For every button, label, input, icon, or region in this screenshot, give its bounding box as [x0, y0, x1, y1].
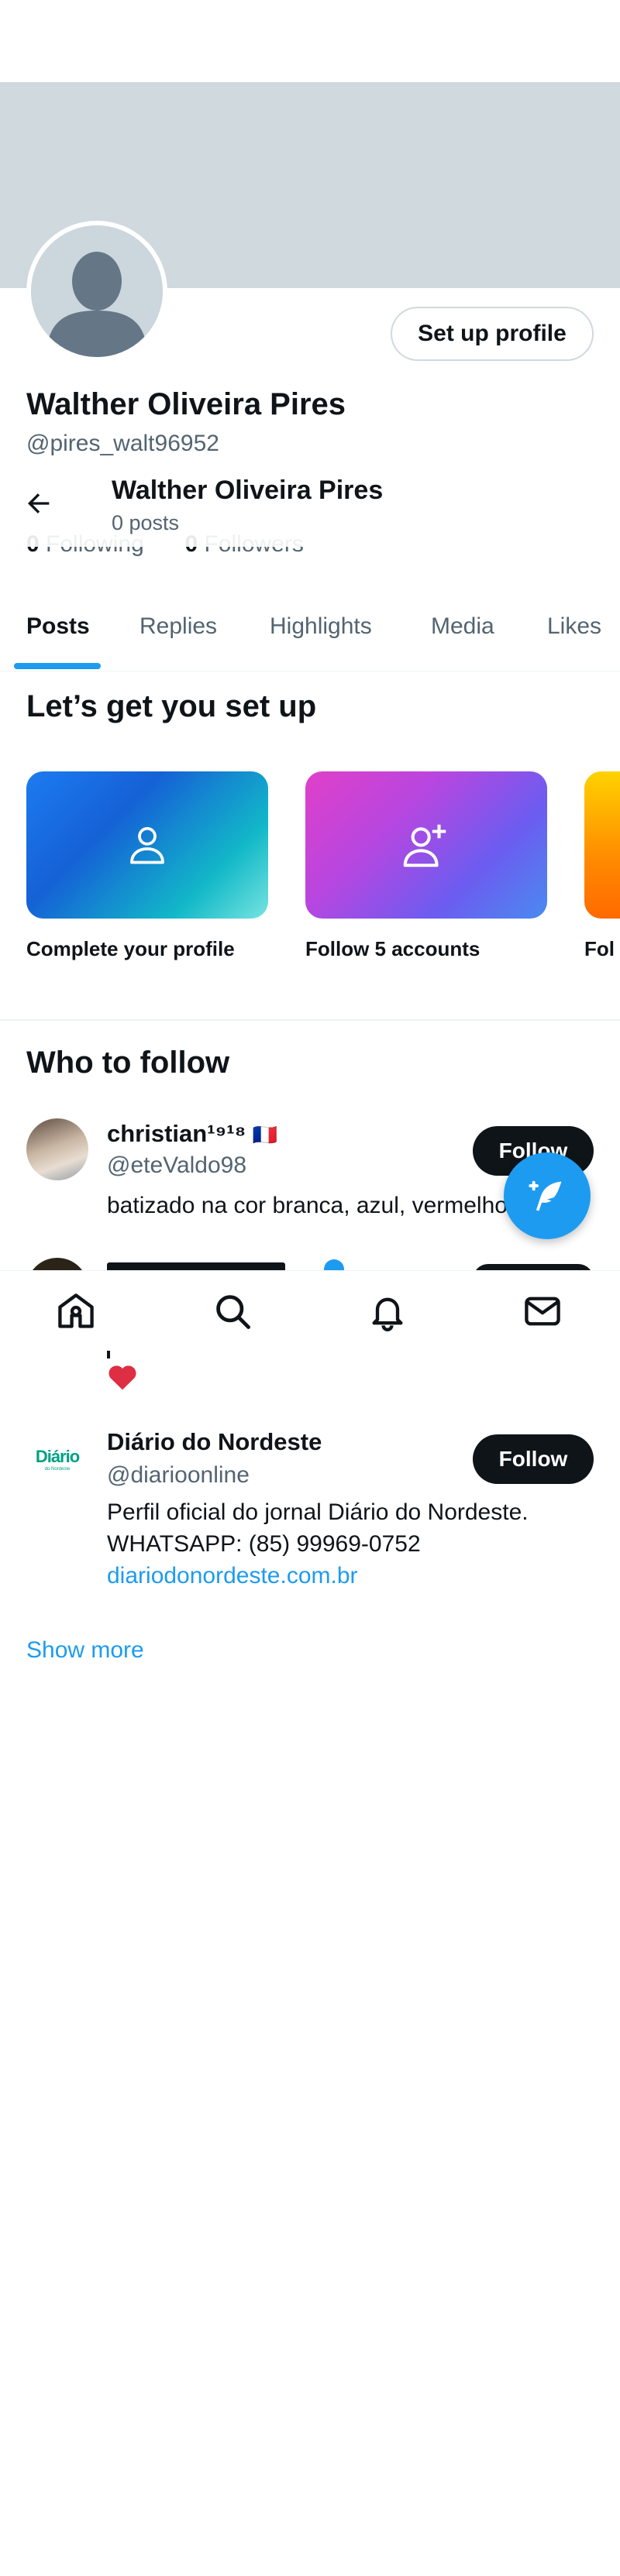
search-icon[interactable]	[212, 1291, 253, 1331]
user-bio: Perfil oficial do jornal Diário do Norde…	[107, 1496, 587, 1592]
tab-posts[interactable]: Posts	[26, 613, 90, 640]
next-setup-label: Fol	[584, 937, 615, 960]
sticky-header-name: Walther Oliveira Pires	[112, 476, 384, 505]
tab-highlights[interactable]: Highlights	[270, 613, 372, 640]
heart-icon	[108, 1365, 136, 1390]
notifications-icon[interactable]	[367, 1291, 408, 1331]
compose-feather-icon	[529, 1180, 562, 1211]
avatar[interactable]	[31, 225, 163, 357]
diario-logo-text: Diário	[35, 1447, 80, 1466]
person-icon	[130, 826, 164, 864]
bio-text-remnant	[107, 1351, 110, 1358]
profile-tabs: Posts Replies Highlights Media Likes	[0, 589, 620, 671]
set-up-profile-button[interactable]: Set up profile	[391, 307, 594, 361]
user-bio: batizado na cor branca, azul, vermelho	[107, 1193, 508, 1218]
flag-icon: 🇫🇷	[252, 1123, 278, 1146]
user-handle: @diarioonline	[107, 1462, 250, 1488]
bio-line: Perfil oficial do jornal Diário do Norde…	[107, 1499, 529, 1525]
default-avatar-icon	[31, 225, 163, 357]
next-setup-card[interactable]	[584, 771, 620, 919]
compose-post-button[interactable]	[504, 1152, 591, 1239]
user-name[interactable]: Diário do Nordeste	[107, 1428, 322, 1456]
bio-line: WHATSAPP: (85) 99969-0752	[107, 1531, 421, 1557]
profile-handle: @pires_walt96952	[26, 431, 219, 456]
diario-logo-subtext: do Nordeste	[44, 1467, 71, 1472]
who-to-follow-title: Who to follow	[26, 1046, 230, 1080]
bottom-navigation	[0, 1270, 620, 1353]
person-add-icon	[403, 824, 446, 867]
tab-likes[interactable]: Likes	[547, 613, 601, 640]
back-arrow-icon[interactable]	[23, 488, 54, 519]
messages-icon[interactable]	[522, 1291, 563, 1331]
setup-title: Let’s get you set up	[26, 689, 317, 723]
tab-replies[interactable]: Replies	[140, 613, 217, 640]
section-divider	[0, 1019, 620, 1021]
bio-link[interactable]: diariodonordeste.com.br	[107, 1560, 587, 1592]
sticky-header-post-count: 0 posts	[112, 511, 180, 534]
active-tab-indicator	[14, 663, 101, 669]
follow-button[interactable]: Follow	[473, 1434, 594, 1484]
profile-name: Walther Oliveira Pires	[26, 387, 346, 421]
show-more-link[interactable]: Show more	[26, 1637, 144, 1664]
home-icon[interactable]	[56, 1291, 96, 1331]
complete-profile-card[interactable]	[26, 771, 268, 919]
diario-avatar[interactable]: Diário do Nordeste	[26, 1428, 88, 1490]
follow-accounts-label: Follow 5 accounts	[305, 937, 480, 960]
tab-media[interactable]: Media	[431, 613, 494, 640]
user-name[interactable]: christian¹⁹¹⁸ 🇫🇷	[107, 1120, 277, 1148]
complete-profile-label: Complete your profile	[26, 937, 235, 960]
user-handle: @eteValdo98	[107, 1152, 247, 1178]
follow-accounts-card[interactable]	[305, 771, 547, 919]
user-name-text: christian¹⁹¹⁸	[107, 1120, 246, 1147]
user-avatar[interactable]	[26, 1118, 88, 1180]
